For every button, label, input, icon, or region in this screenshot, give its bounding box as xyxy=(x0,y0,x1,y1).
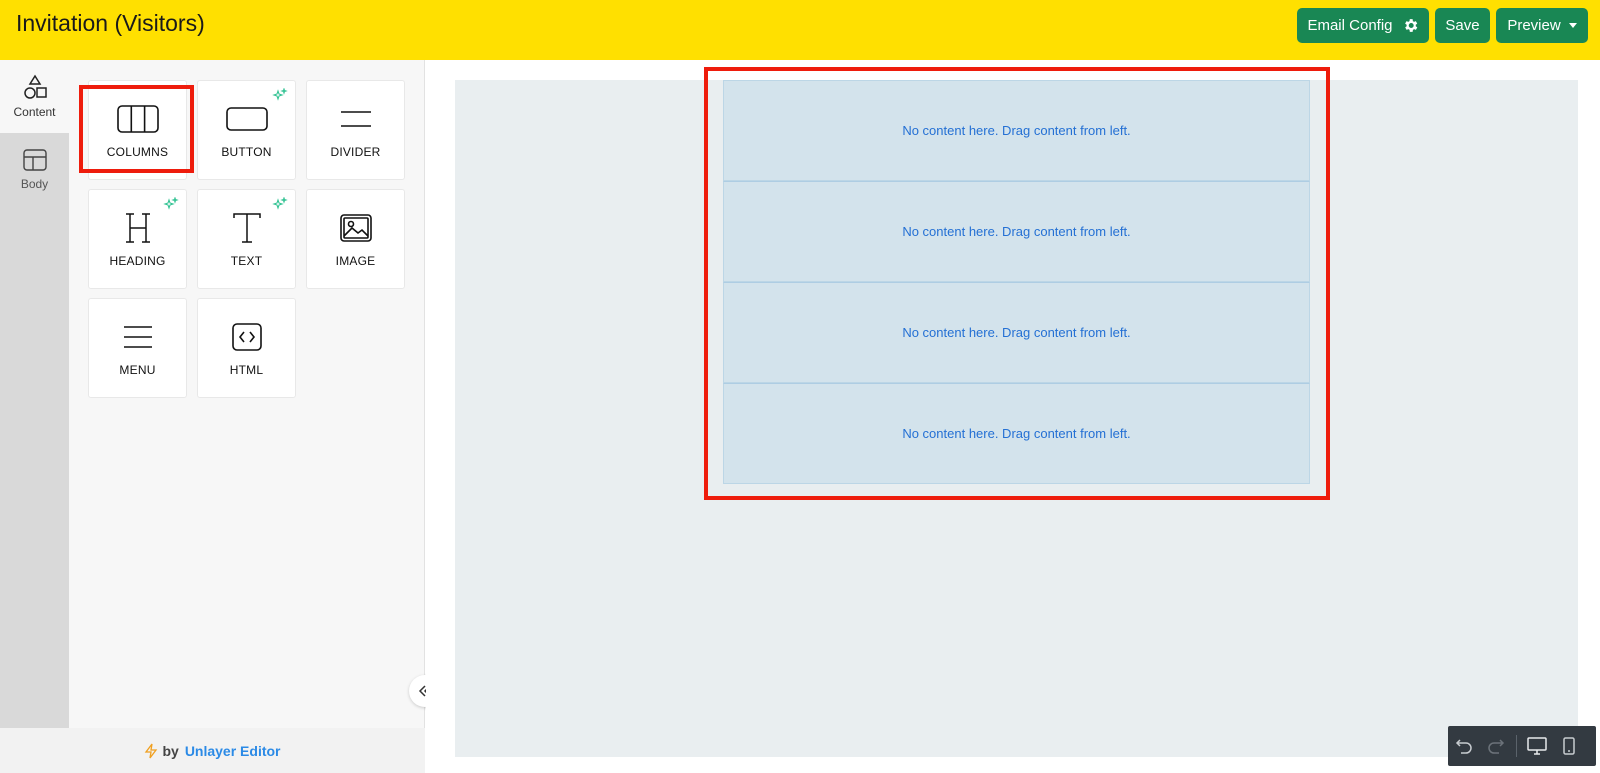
by-label: by xyxy=(162,742,179,759)
ai-sparkle-icon xyxy=(272,87,288,107)
email-config-button[interactable]: Email Config xyxy=(1297,8,1429,43)
chevron-down-icon xyxy=(1568,23,1577,28)
columns-highlight xyxy=(79,85,194,173)
editor-tabs: Content Body xyxy=(0,60,69,728)
undo-icon xyxy=(1455,739,1472,754)
undo-button[interactable] xyxy=(1448,726,1480,766)
tool-label: HEADING xyxy=(109,254,166,268)
gear-icon xyxy=(1402,17,1419,34)
tab-body-label: Body xyxy=(20,177,49,191)
tab-content-label: Content xyxy=(13,105,56,119)
email-config-label: Email Config xyxy=(1307,17,1393,34)
tool-menu[interactable]: MENU xyxy=(88,298,187,398)
save-button[interactable]: Save xyxy=(1435,8,1490,43)
heading-icon xyxy=(125,213,150,243)
toolbar-divider xyxy=(1516,735,1517,757)
preview-button[interactable]: Preview xyxy=(1496,8,1588,43)
tab-content[interactable]: Content xyxy=(0,60,69,133)
code-icon xyxy=(231,323,262,351)
page-title: Invitation (Visitors) xyxy=(16,10,205,36)
tool-button[interactable]: BUTTON xyxy=(197,80,296,180)
mobile-view-button[interactable] xyxy=(1553,726,1585,766)
tool-text[interactable]: TEXT xyxy=(197,189,296,289)
layout-icon xyxy=(22,149,47,171)
tool-label: TEXT xyxy=(230,254,263,268)
tool-label: HTML xyxy=(229,363,264,377)
preview-label: Preview xyxy=(1507,17,1561,34)
tool-html[interactable]: HTML xyxy=(197,298,296,398)
drop-zone-highlight xyxy=(704,67,1330,500)
divider-icon xyxy=(340,111,371,127)
tool-heading[interactable]: HEADING xyxy=(88,189,187,289)
tool-label: IMAGE xyxy=(335,254,376,268)
image-icon xyxy=(339,214,372,242)
tool-label: BUTTON xyxy=(221,145,272,159)
text-icon xyxy=(232,213,261,243)
ai-sparkle-icon xyxy=(272,196,288,216)
button-icon xyxy=(225,107,268,131)
redo-icon xyxy=(1488,739,1505,754)
canvas-toolbar xyxy=(1448,726,1596,766)
tab-body[interactable]: Body xyxy=(0,133,69,206)
tool-label: MENU xyxy=(119,363,156,377)
ai-sparkle-icon xyxy=(163,196,179,216)
top-bar: Invitation (Visitors) Email Config Save … xyxy=(0,0,1600,60)
bolt-icon xyxy=(145,743,158,758)
unlayer-branding: by Unlayer Editor xyxy=(0,728,425,773)
tool-image[interactable]: IMAGE xyxy=(306,189,405,289)
mobile-icon xyxy=(1563,737,1575,755)
shapes-icon xyxy=(23,74,47,99)
menu-icon xyxy=(123,326,152,348)
tool-label: DIVIDER xyxy=(330,145,381,159)
desktop-icon xyxy=(1527,737,1547,755)
tool-divider[interactable]: DIVIDER xyxy=(306,80,405,180)
desktop-view-button[interactable] xyxy=(1521,726,1553,766)
unlayer-editor-link[interactable]: Unlayer Editor xyxy=(185,743,281,759)
redo-button[interactable] xyxy=(1480,726,1512,766)
